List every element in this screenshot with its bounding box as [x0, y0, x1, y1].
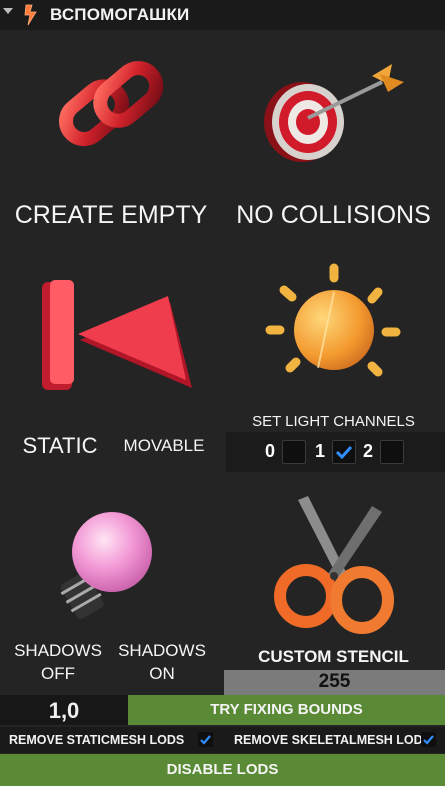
collapse-arrow-icon[interactable] [3, 8, 13, 14]
remove-skeletalmesh-lods-label: REMOVE SKELETALMESH LODS [234, 733, 432, 747]
custom-stencil-label: CUSTOM STENCIL [258, 647, 409, 666]
remove-skeletalmesh-lods-checkbox[interactable] [421, 732, 436, 747]
try-fixing-bounds-label: TRY FIXING BOUNDS [210, 701, 363, 718]
scissors-icon [274, 496, 394, 634]
channel-2-checkbox[interactable] [380, 440, 404, 464]
light-bulb-icon [60, 512, 152, 620]
no-collisions-button[interactable]: NO COLLISIONS [222, 30, 445, 252]
shadows-on-button[interactable]: SHADOWS ON [110, 639, 214, 685]
set-light-channels-label: SET LIGHT CHANNELS [252, 413, 415, 430]
shadows-group: SHADOWS OFF SHADOWS ON [0, 480, 222, 695]
disable-lods-label: DISABLE LODS [166, 761, 279, 778]
light-channels-row: 0 1 2 [226, 432, 445, 472]
bounds-scale-value: 1,0 [48, 698, 80, 723]
lods-options-row: REMOVE STATICMESH LODS REMOVE SKELETALME… [0, 727, 445, 753]
shadows-on-line2: ON [149, 664, 175, 683]
play-back-icon [42, 280, 192, 390]
shadows-off-button[interactable]: SHADOWS OFF [6, 639, 110, 685]
sun-icon [265, 263, 401, 377]
set-light-channels-group: SET LIGHT CHANNELS [222, 252, 445, 432]
static-button[interactable]: STATIC [18, 433, 102, 459]
checkmark-icon [423, 735, 434, 745]
custom-stencil-button[interactable]: CUSTOM STENCIL [222, 480, 445, 670]
channel-2-label: 2 [363, 441, 374, 461]
checkmark-icon [200, 735, 211, 745]
mobility-group: STATIC MOVABLE [0, 252, 222, 480]
remove-staticmesh-lods-label: REMOVE STATICMESH LODS [9, 733, 185, 747]
shadows-off-line1: SHADOWS [14, 641, 102, 660]
shadows-off-line2: OFF [41, 664, 75, 683]
channel-1-label: 1 [315, 441, 326, 461]
channel-0-checkbox[interactable] [282, 440, 306, 464]
remove-staticmesh-lods-checkbox[interactable] [198, 732, 213, 747]
create-empty-button[interactable]: CREATE EMPTY [0, 30, 222, 252]
section-title: ВСПОМОГАШКИ [50, 5, 190, 24]
shadows-on-line1: SHADOWS [118, 641, 206, 660]
no-collisions-label: NO COLLISIONS [236, 201, 431, 229]
stencil-value: 255 [318, 671, 351, 692]
create-empty-label: CREATE EMPTY [14, 201, 208, 229]
checkmark-icon [335, 445, 353, 460]
bolt-icon [24, 4, 37, 26]
channel-0-label: 0 [265, 441, 276, 461]
movable-button[interactable]: MOVABLE [116, 436, 212, 456]
channel-1-checkbox[interactable] [332, 440, 356, 464]
